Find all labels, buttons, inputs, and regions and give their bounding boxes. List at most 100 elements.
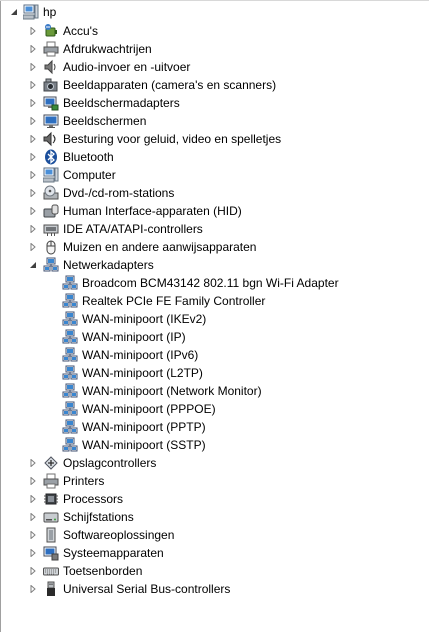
network-adapter-icon [62,347,78,363]
device-category-label: Dvd-/cd-rom-stations [63,186,175,200]
software-icon [43,527,59,543]
chevron-right-icon[interactable] [28,238,38,256]
device-category-label: Beeldapparaten (camera's en scanners) [63,78,277,92]
chevron-right-icon[interactable] [28,472,38,490]
storage-controller-icon [43,455,59,471]
network-adapter-item[interactable]: WAN-minipoort (L2TP) [0,364,429,382]
device-category-label: Besturing voor geluid, video en spelletj… [63,132,282,146]
chevron-right-icon[interactable] [28,94,38,112]
chevron-right-icon[interactable] [28,76,38,94]
monitor-icon [43,113,59,129]
chevron-right-icon[interactable] [28,58,38,76]
network-adapter-icon [62,437,78,453]
network-adapter-icon [62,311,78,327]
device-category[interactable]: Beeldschermadapters [0,94,429,112]
network-adapter-icon [62,275,78,291]
device-category-label: Universal Serial Bus-controllers [63,582,231,596]
device-category-label: Softwareoplossingen [63,528,175,542]
chevron-right-icon[interactable] [28,220,38,238]
system-devices-icon [43,545,59,561]
tree-root[interactable]: hp [0,2,429,22]
chevron-right-icon[interactable] [28,130,38,148]
device-category[interactable]: Beeldschermen [0,112,429,130]
device-category[interactable]: Dvd-/cd-rom-stations [0,184,429,202]
device-category[interactable]: Muizen en andere aanwijsapparaten [0,238,429,256]
device-category-label: Accu's [63,24,98,38]
device-category[interactable]: Processors [0,490,429,508]
chevron-down-icon[interactable] [28,256,38,274]
device-category[interactable]: Systeemapparaten [0,544,429,562]
chevron-right-icon[interactable] [28,40,38,58]
chevron-right-icon[interactable] [28,562,38,580]
processor-icon [43,491,59,507]
network-adapter-item[interactable]: WAN-minipoort (PPPOE) [0,400,429,418]
chevron-down-icon[interactable] [9,2,19,22]
chevron-right-icon[interactable] [28,184,38,202]
tree-root-label: hp [43,5,57,19]
device-category-label: Computer [63,168,116,182]
device-category[interactable]: Bluetooth [0,148,429,166]
chevron-right-icon[interactable] [28,112,38,130]
bluetooth-icon [43,149,59,165]
device-category-label: Opslagcontrollers [63,456,157,470]
chevron-right-icon[interactable] [28,148,38,166]
device-tree: hp Accu's Afdrukwachtrijen Audio-invoer en… [0,2,429,598]
chevron-right-icon[interactable] [28,508,38,526]
chevron-right-icon[interactable] [28,544,38,562]
chevron-right-icon[interactable] [28,202,38,220]
device-category[interactable]: Softwareoplossingen [0,526,429,544]
device-category[interactable]: IDE ATA/ATAPI-controllers [0,220,429,238]
network-adapter-item[interactable]: WAN-minipoort (SSTP) [0,436,429,454]
keyboard-icon [43,563,59,579]
device-category-label: IDE ATA/ATAPI-controllers [63,222,203,236]
device-category[interactable]: Schijfstations [0,508,429,526]
device-category[interactable]: Besturing voor geluid, video en spelletj… [0,130,429,148]
network-adapter-label: WAN-minipoort (SSTP) [82,438,206,452]
network-adapter-item[interactable]: WAN-minipoort (IKEv2) [0,310,429,328]
chevron-right-icon[interactable] [28,454,38,472]
device-category[interactable]: Computer [0,166,429,184]
device-category-label: Printers [63,474,105,488]
device-category-label: Human Interface-apparaten (HID) [63,204,242,218]
network-adapter-item[interactable]: WAN-minipoort (Network Monitor) [0,382,429,400]
device-category[interactable]: Toetsenborden [0,562,429,580]
device-category-label: Systeemapparaten [63,546,164,560]
device-category[interactable]: Audio-invoer en -uitvoer [0,58,429,76]
camera-icon [43,77,59,93]
device-category[interactable]: Afdrukwachtrijen [0,40,429,58]
device-category[interactable]: Universal Serial Bus-controllers [0,580,429,598]
network-adapter-label: WAN-minipoort (IKEv2) [82,312,207,326]
chevron-right-icon[interactable] [28,166,38,184]
device-category[interactable]: Opslagcontrollers [0,454,429,472]
display-adapter-icon [43,95,59,111]
device-category[interactable]: Beeldapparaten (camera's en scanners) [0,76,429,94]
hid-icon [43,203,59,219]
computer-icon [23,4,39,20]
network-adapter-label: Realtek PCIe FE Family Controller [82,294,266,308]
network-adapter-item[interactable]: Broadcom BCM43142 802.11 bgn Wi-Fi Adapt… [0,274,429,292]
printer-icon [43,473,59,489]
network-adapter-label: WAN-minipoort (Network Monitor) [82,384,262,398]
network-adapter-icon [43,257,59,273]
network-adapter-item[interactable]: WAN-minipoort (PPTP) [0,418,429,436]
chevron-right-icon[interactable] [28,22,38,40]
network-adapter-item[interactable]: Realtek PCIe FE Family Controller [0,292,429,310]
network-adapter-item[interactable]: WAN-minipoort (IP) [0,328,429,346]
network-adapter-label: WAN-minipoort (PPPOE) [82,402,216,416]
network-adapter-label: WAN-minipoort (IP) [82,330,186,344]
device-category[interactable]: Accu's [0,22,429,40]
disk-drive-icon [43,509,59,525]
battery-icon [43,23,59,39]
device-category[interactable]: Netwerkadapters [0,256,429,274]
usb-icon [43,581,59,597]
device-category-label: Beeldschermadapters [63,96,180,110]
network-adapter-item[interactable]: WAN-minipoort (IPv6) [0,346,429,364]
device-category[interactable]: Printers [0,472,429,490]
device-category[interactable]: Human Interface-apparaten (HID) [0,202,429,220]
chevron-right-icon[interactable] [28,526,38,544]
device-category-label: Netwerkadapters [63,258,154,272]
chevron-right-icon[interactable] [28,490,38,508]
network-adapter-icon [62,329,78,345]
network-adapter-icon [62,365,78,381]
chevron-right-icon[interactable] [28,580,38,598]
